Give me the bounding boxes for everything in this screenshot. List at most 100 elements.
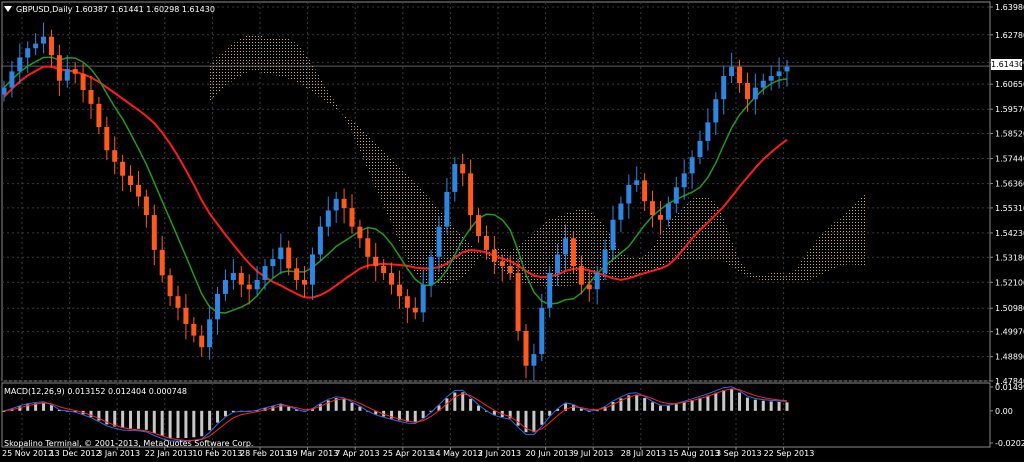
macd-hist-bar [532, 410, 536, 433]
candle-down [167, 275, 173, 297]
macd-hist-bar [571, 405, 575, 411]
macd-y-tick-label: 0.014996 [995, 383, 1024, 392]
x-tick-label: 20 Jun 2013 [526, 449, 574, 458]
x-tick-label: 28 Feb 2013 [240, 449, 290, 458]
x-tick-label: 7 Apr 2013 [335, 449, 379, 458]
candle-down [389, 273, 395, 285]
macd-hist-bar [405, 410, 409, 422]
candle-up [721, 76, 727, 100]
candle-down [191, 323, 197, 336]
candle-down [483, 235, 489, 250]
macd-hist-bar [722, 390, 726, 411]
candle-down [183, 307, 189, 324]
y-tick-label: 1.55310 [995, 204, 1024, 213]
candle-down [302, 279, 308, 285]
candle-up [41, 36, 47, 44]
candle-down [294, 268, 300, 280]
y-tick-label: 1.53180 [995, 253, 1024, 262]
candle-down [72, 69, 78, 74]
macd-hist-bar [785, 402, 789, 411]
candle-up [9, 71, 15, 88]
candle-down [112, 150, 118, 162]
candle-down [104, 127, 110, 151]
candle-down [491, 249, 497, 262]
open-value: 1.60387 [74, 5, 109, 14]
macd-hist-bar [287, 406, 291, 411]
candle-up [752, 87, 758, 100]
macd-hist-bar [216, 410, 220, 423]
candle-up [618, 203, 624, 220]
macd-hist-bar [690, 400, 694, 411]
candle-up [610, 219, 616, 250]
y-tick-label: 1.52100 [995, 278, 1024, 287]
candle-down [199, 335, 205, 348]
candle-up [64, 69, 70, 81]
macd-hist-bar [200, 410, 204, 437]
y-tick-label: 1.58520 [995, 130, 1024, 139]
x-tick-label: 13 Dec 2012 [50, 449, 101, 458]
macd-hist-bar [698, 397, 702, 411]
macd-hist-bar [761, 400, 765, 411]
symbol-label: GBPUSD,Daily [16, 5, 73, 14]
macd-hist-bar [643, 397, 647, 411]
candle-down [128, 175, 134, 185]
macd-hist-bar [184, 410, 188, 439]
macd-hist-bar [706, 395, 710, 411]
candle-up [222, 279, 228, 294]
candle-down [286, 247, 292, 269]
candle-up [325, 210, 331, 227]
y-tick-label: 1.59570 [995, 105, 1024, 114]
macd-hist-bar [714, 392, 718, 411]
candle-down [151, 215, 157, 250]
macd-hist-bar [674, 404, 678, 411]
candle-up [444, 191, 450, 227]
macd-main-value: 0.013152 [67, 387, 106, 396]
candle-down [744, 83, 750, 100]
candle-down [175, 296, 181, 308]
candle-up [309, 254, 315, 285]
macd-hist-bar [136, 410, 140, 429]
macd-hist-bar [192, 410, 196, 438]
candle-down [381, 266, 387, 274]
macd-hist-bar [342, 399, 346, 411]
candle-down [523, 330, 529, 366]
candle-down [476, 215, 482, 236]
macd-hist-bar [658, 405, 662, 411]
candle-up [436, 226, 442, 257]
macd-hist-bar [611, 401, 615, 411]
macd-hist-bar [651, 402, 655, 411]
macd-hist-bar [745, 397, 749, 411]
macd-label: MACD(12,26,9) [4, 387, 65, 396]
candle-down [373, 256, 379, 267]
macd-header: MACD(12,26,9) 0.013152 0.012404 0.000748 [4, 387, 187, 396]
candle-down [737, 66, 743, 84]
x-tick-label: 10 Feb 2013 [192, 449, 242, 458]
macd-hist-bar [421, 410, 425, 419]
candle-up [729, 66, 735, 77]
candle-down [80, 73, 86, 90]
macd-hist-bar [18, 406, 22, 411]
candle-down [159, 249, 165, 276]
macd-hist-bar [461, 392, 465, 411]
candle-down [578, 266, 584, 285]
macd-hist-bar [730, 389, 734, 411]
candle-up [768, 76, 774, 81]
high-value: 1.61441 [110, 5, 144, 14]
macd-hist-bar [682, 402, 686, 411]
low-value: 1.60298 [146, 5, 180, 14]
chart-header: GBPUSD,Daily 1.60387 1.61441 1.60298 1.6… [16, 5, 215, 14]
macd-hist-bar [738, 392, 742, 411]
candle-down [404, 296, 410, 308]
chart-window[interactable]: 1.639801.627801.615901.606501.595701.585… [0, 0, 1024, 462]
macd-hist-bar [42, 402, 46, 411]
candle-up [547, 273, 553, 308]
candle-up [17, 57, 23, 72]
candle-down [88, 89, 94, 104]
candle-down [460, 164, 466, 174]
candle-up [634, 180, 640, 185]
candle-up [626, 184, 632, 204]
candle-up [33, 43, 39, 49]
y-tick-label: 1.60650 [995, 80, 1024, 89]
candle-down [238, 273, 244, 285]
candle-down [365, 238, 371, 257]
